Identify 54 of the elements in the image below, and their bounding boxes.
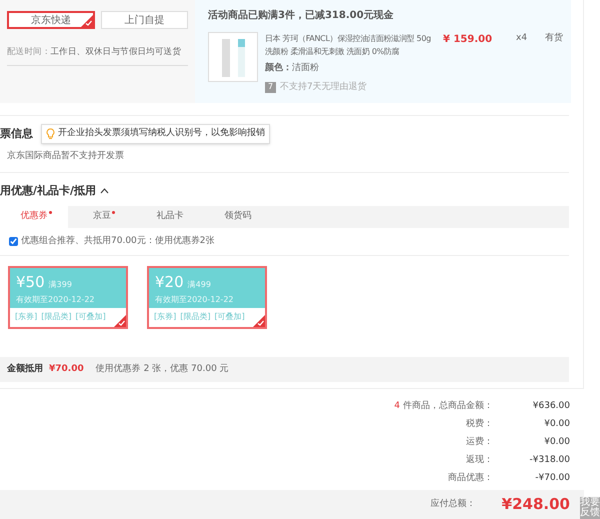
coupon-tag: [东券] [154,311,176,323]
total-label: 商品优惠： [448,472,493,483]
return-badge: 7 [265,82,276,93]
total-label: 件商品，总商品金额： [403,400,493,411]
lightbulb-icon [46,128,55,140]
product-title[interactable]: 日本 芳珂（FANCL）保湿控油洁面粉滋润型 50g 洗颜粉 柔滑温和无刺激 洗面奶 0%防腐 [265,32,435,58]
coupon-tag: [限品类] [41,311,72,323]
promo-text: 活动商品已购满3件，已减318.00元现金 [208,8,395,23]
color-value: 洁面粉 [292,63,319,73]
coupon-expiry: 有效期至2020-12-22 [16,294,96,306]
payable-label: 应付总额： [430,498,476,511]
total-label: 运费： [466,436,493,447]
recommend-text: 优惠组合推荐、共抵用70.00元：使用优惠券2张 [21,234,214,248]
return-note: 不支持7天无理由退货 [280,80,367,94]
coupon-tag: [可叠加] [214,311,245,323]
product-image [208,32,258,82]
discount-tab[interactable]: 礼品卡 [136,206,204,228]
stock-status: 有货 [545,32,564,45]
product-price: ¥ 159.00 [443,33,492,47]
coupon-tag: [东券] [15,311,38,323]
chevron-up-icon[interactable] [100,188,110,194]
coupon-threshold: 满499 [188,279,211,291]
coupon-expiry: 有效期至2020-12-22 [155,294,234,306]
discount-title: 用优惠/礼品卡/抵用 [0,182,96,198]
invoice-tip-text: 开企业抬头发票须填写纳税人识别号，以免影响报销 [58,127,265,140]
total-value: ¥636.00 [532,400,570,413]
discount-tab[interactable]: 领货码 [204,206,272,228]
total-label: 税费： [466,418,493,429]
recommend-checkbox[interactable] [9,237,18,246]
summary-label: 金额抵用 [7,362,43,376]
summary-text: 使用优惠券 2 张，优惠 70.00 元 [96,362,229,376]
payable-amount: ¥248.00 [502,494,570,516]
coupon-tag: [限品类] [180,311,210,323]
summary-amount: ¥70.00 [49,362,84,376]
discount-tab[interactable]: 京豆 [68,206,136,228]
invoice-title: 票信息 [0,126,33,142]
coupon-tag: [可叠加] [76,311,106,323]
delivery-option[interactable]: 京东快递 [7,11,94,29]
delivery-time-label: 配送时间： [7,47,51,57]
total-value: ¥0.00 [543,436,570,449]
delivery-time-value: 工作日、双休日与节假日均可送货 [50,47,182,57]
item-count: 4 [394,400,400,411]
coupon-threshold: 满399 [48,279,72,291]
coupon-amount: ¥50 [16,272,45,293]
color-label: 颜色： [265,63,292,73]
coupon-amount: ¥20 [155,272,184,293]
discount-tab[interactable]: 优惠券 [0,206,68,228]
total-value: -¥70.00 [534,472,570,485]
total-value: -¥318.00 [528,454,570,467]
invoice-note: 京东国际商品暂不支持开发票 [7,150,125,163]
total-label: 返现： [466,454,493,465]
delivery-option[interactable]: 上门自提 [100,11,188,29]
product-quantity: x4 [516,32,528,45]
total-value: ¥0.00 [543,418,570,431]
